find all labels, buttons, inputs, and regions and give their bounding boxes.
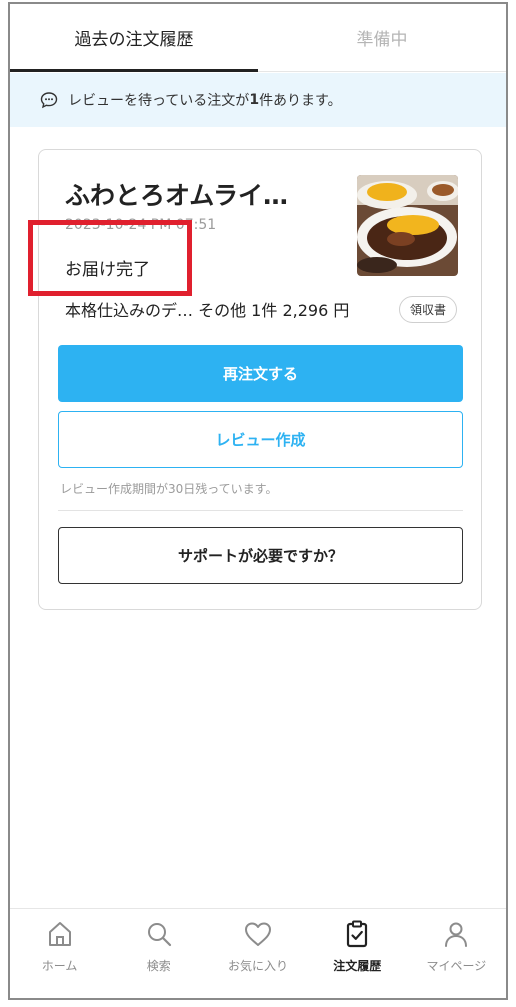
nav-item-mypage[interactable]: マイページ [407, 909, 506, 998]
heart-icon [245, 922, 271, 946]
nav-item-home[interactable]: ホーム [10, 909, 109, 998]
divider [58, 510, 463, 511]
banner-text-before: レビューを待っている注文が [68, 93, 250, 109]
nav-label-mypage: マイページ [426, 959, 487, 973]
app-frame: 過去の注文履歴 準備中 レビューを待っている注文が 1 件あります。 ふわとろオムラ… [8, 2, 508, 1000]
search-icon [147, 923, 171, 947]
banner-text-after: 件あります。 [259, 93, 342, 109]
order-tabs: 過去の注文履歴 準備中 [10, 4, 506, 72]
review-banner[interactable]: レビューを待っている注文が 1 件あります。 [10, 73, 506, 127]
tab-preparing[interactable]: 準備中 [258, 4, 506, 71]
nav-item-order-history[interactable]: 注文履歴 [308, 909, 407, 998]
review-period-note: レビュー作成期間が30日残っています。 [60, 482, 278, 496]
shop-name: ふわとろオムライ… [65, 181, 289, 210]
nav-label-search: 検索 [146, 959, 171, 973]
nav-item-favorites[interactable]: お気に入り [208, 909, 307, 998]
highlight-box [28, 220, 192, 296]
order-card[interactable]: ふわとろオムライ… 2023-10-24 PM 07:51 お届け完了 本格仕込… [28, 149, 482, 610]
omurice-image [357, 175, 458, 276]
receipt-button[interactable]: 領収書 [399, 296, 457, 323]
user-icon [445, 922, 468, 947]
food-thumbnail [357, 175, 458, 276]
reorder-button[interactable]: 再注文する [58, 345, 463, 402]
support-button[interactable]: サポートが必要ですか？ [58, 527, 463, 584]
banner-count: 1 [249, 92, 260, 108]
nav-label-home: ホーム [41, 959, 78, 973]
chat-bubble-icon [40, 92, 58, 109]
nav-label-favorites: お気に入り [228, 959, 289, 973]
nav-item-search[interactable]: 検索 [109, 909, 208, 998]
order-summary: 本格仕込みのデ… その他 1件 2,296 円 [65, 301, 350, 320]
tab-past-orders[interactable]: 過去の注文履歴 [10, 4, 258, 72]
bottom-nav: ホーム 検索 お気に入り 注文履歴 マイページ [10, 908, 506, 998]
clipboard-check-icon [347, 920, 368, 948]
nav-label-order-history: 注文履歴 [333, 959, 382, 973]
write-review-button[interactable]: レビュー作成 [58, 411, 463, 468]
home-icon [48, 922, 71, 946]
